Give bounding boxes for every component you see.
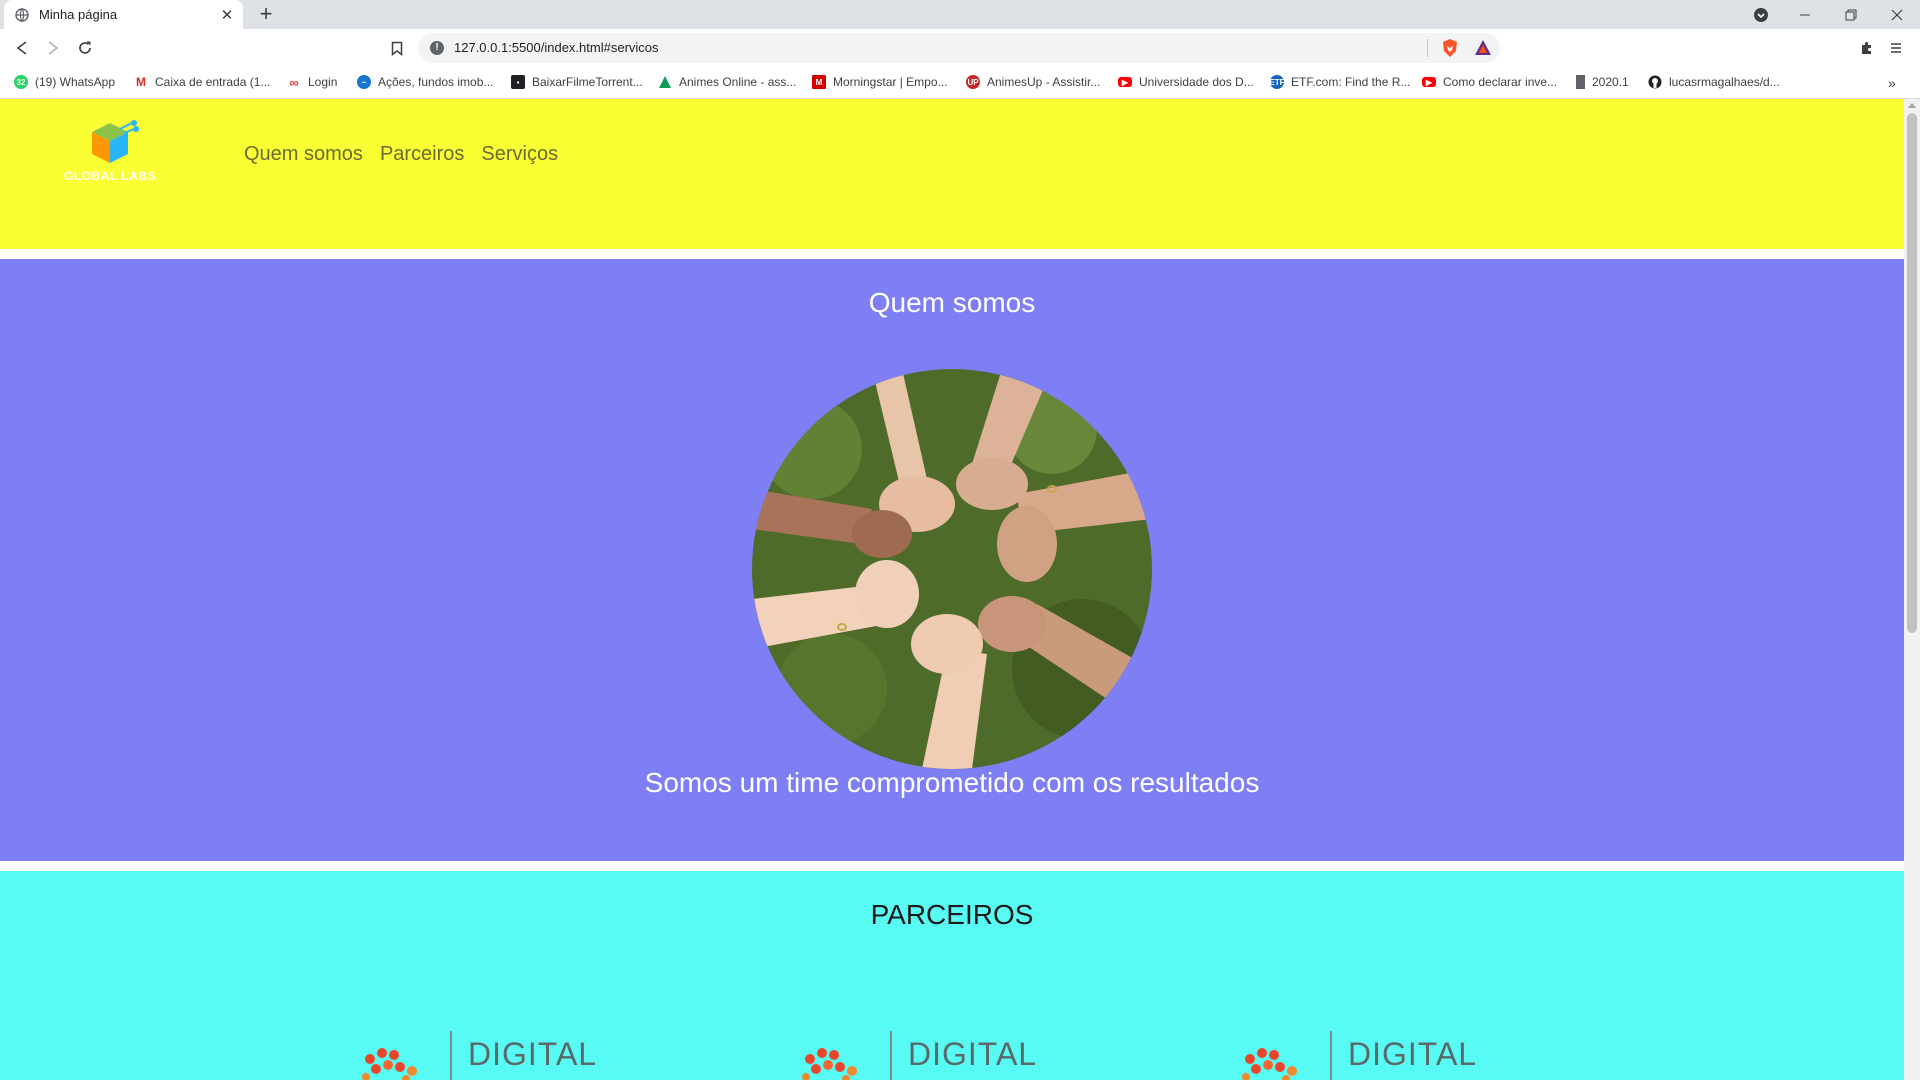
info-icon[interactable]: ! <box>430 41 444 55</box>
bookmark-item[interactable]: M Morningstar | Empo... <box>812 75 948 89</box>
tab-close-icon[interactable]: ✕ <box>217 6 237 24</box>
brave-rewards-icon[interactable] <box>1474 39 1492 61</box>
about-text: Somos um time comprometido com os result… <box>644 767 1260 798</box>
bookmark-item[interactable]: 32 (19) WhatsApp <box>14 75 115 89</box>
partner-name: DIGITAL <box>908 1036 1038 1072</box>
bookmark-item[interactable]: M Caixa de entrada (1... <box>134 75 270 89</box>
chart-icon: ~ <box>357 75 371 89</box>
cube-logo-icon <box>92 120 139 163</box>
partner-divider <box>890 1031 892 1080</box>
url-text[interactable]: 127.0.0.1:5500/index.html#servicos <box>454 40 659 55</box>
bookmark-item[interactable]: ▪ BaixarFilmeTorrent... <box>511 75 643 89</box>
github-icon <box>1648 75 1662 89</box>
youtube-icon: ▶ <box>1118 77 1132 87</box>
about-section: Quem somos Somos um time comprometido co… <box>0 259 1904 861</box>
brave-shields-icon[interactable] <box>1441 38 1459 63</box>
bookmark-item[interactable]: ETF ETF.com: Find the R... <box>1269 75 1410 89</box>
youtube-icon: ▶ <box>1422 77 1436 87</box>
scroll-up-icon[interactable] <box>1908 103 1916 108</box>
bookmark-item[interactable]: ▶ Como declarar inve... <box>1422 75 1557 89</box>
dots-logo-icon <box>1242 1048 1297 1080</box>
globe-icon <box>14 7 30 23</box>
restore-icon[interactable] <box>1828 0 1874 29</box>
bookmark-item[interactable]: Animes Online - ass... <box>658 75 796 89</box>
browser-toolbar: ! 127.0.0.1:5500/index.html#servicos <box>0 29 1920 67</box>
bookmark-item[interactable]: ∞ Login <box>287 74 337 90</box>
menu-icon[interactable] <box>1886 38 1906 58</box>
partner-logo[interactable]: DIGITAL <box>1242 1031 1482 1080</box>
nav-link-servicos[interactable]: Serviços <box>481 143 558 166</box>
film-icon: ▪ <box>511 75 525 89</box>
partner-divider <box>1330 1031 1332 1080</box>
bookmark-item[interactable]: ▶ Universidade dos D... <box>1118 75 1254 89</box>
more-bookmarks-icon[interactable]: » <box>1888 75 1896 91</box>
whatsapp-icon: 32 <box>14 75 28 89</box>
bookmark-item[interactable]: UP AnimesUp - Assistir... <box>966 75 1100 89</box>
about-title: Quem somos <box>868 287 1036 318</box>
partners-title: PARCEIROS <box>870 899 1034 930</box>
tab-search-icon[interactable] <box>1738 0 1784 29</box>
page-viewport: GLOBAL LABS Quem somos Parceiros Serviço… <box>0 99 1904 1080</box>
site-header: GLOBAL LABS Quem somos Parceiros Serviço… <box>0 99 1904 249</box>
partner-name: DIGITAL <box>468 1036 598 1072</box>
logo-text: GLOBAL LABS <box>64 169 156 183</box>
bookmark-item[interactable]: lucasrmagalhaes/d... <box>1648 75 1780 89</box>
infinity-icon: ∞ <box>289 74 299 90</box>
partner-name: DIGITAL <box>1348 1036 1478 1072</box>
triangle-icon <box>658 75 672 89</box>
morningstar-icon: M <box>812 75 826 89</box>
gmail-icon: M <box>136 75 146 89</box>
animesup-icon: UP <box>966 75 980 89</box>
global-labs-logo[interactable]: GLOBAL LABS <box>62 119 158 187</box>
bookmarks-bar: 32 (19) WhatsApp M Caixa de entrada (1... … <box>0 67 1920 99</box>
omnibox-divider <box>1427 39 1428 57</box>
browser-tab[interactable]: Minha página ✕ <box>4 0 243 29</box>
bookmark-item[interactable]: 2020.1 <box>1576 75 1629 89</box>
reload-icon[interactable] <box>75 38 95 58</box>
etf-icon: ETF <box>1269 75 1285 89</box>
team-hands-photo <box>752 369 1152 769</box>
minimize-icon[interactable] <box>1782 0 1828 29</box>
dots-logo-icon <box>802 1048 857 1080</box>
tab-title: Minha página <box>39 7 118 22</box>
nav-link-quem-somos[interactable]: Quem somos <box>244 143 363 166</box>
document-icon <box>1576 75 1585 89</box>
partner-logo[interactable]: DIGITAL <box>802 1031 1042 1080</box>
forward-icon[interactable] <box>43 38 63 58</box>
partner-logo[interactable]: DIGITAL <box>362 1031 602 1080</box>
site-nav: Quem somos Parceiros Serviços <box>244 143 558 166</box>
dots-logo-icon <box>362 1048 417 1080</box>
partners-section: PARCEIROS DIGITAL DIGITAL DIGITAL <box>0 871 1904 1080</box>
nav-link-parceiros[interactable]: Parceiros <box>380 143 464 166</box>
page-scrollbar[interactable] <box>1904 99 1920 1080</box>
new-tab-icon[interactable]: + <box>254 2 278 26</box>
browser-tabstrip: Minha página ✕ + <box>0 0 1920 29</box>
back-icon[interactable] <box>12 38 32 58</box>
partner-divider <box>450 1031 452 1080</box>
bookmark-page-icon[interactable] <box>387 38 407 58</box>
extensions-icon[interactable] <box>1857 38 1877 58</box>
bookmark-item[interactable]: ~ Ações, fundos imob... <box>357 75 493 89</box>
scrollbar-thumb[interactable] <box>1907 113 1917 633</box>
address-bar[interactable]: ! 127.0.0.1:5500/index.html#servicos <box>418 33 1500 63</box>
close-window-icon[interactable] <box>1874 0 1920 29</box>
